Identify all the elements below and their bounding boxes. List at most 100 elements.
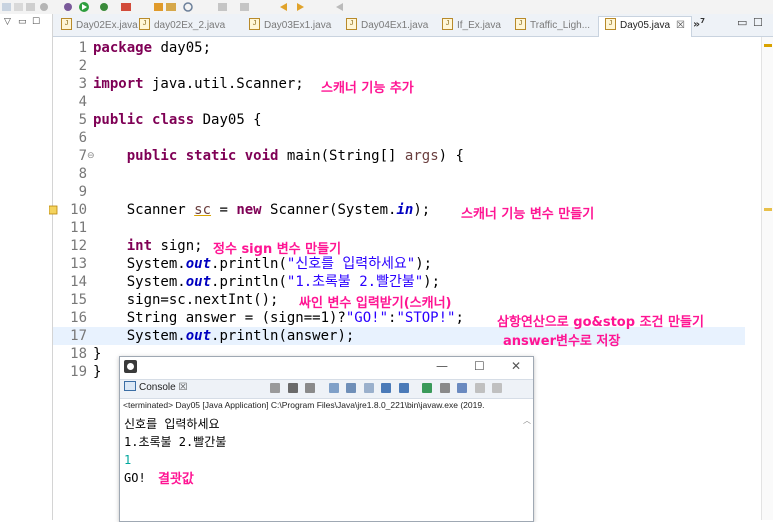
toolbar-icons [2,2,343,12]
new-java-project-icon [154,3,163,11]
console-output-line: GO! [124,471,146,485]
console-input-echo: 1 [124,453,132,467]
annotation-scanner-variable: 스캐너 기능 변수 만들기 [461,207,595,222]
ruler-marker[interactable] [764,44,772,47]
code-line-17: System.out.println(answer); [126,328,355,344]
maximize-icon[interactable]: ☐ [753,16,763,29]
annotation-scanner-add: 스캐너 기능 추가 [321,81,414,96]
line-number: 11 [70,220,87,236]
remove-launch-icon[interactable] [287,383,298,393]
java-file-icon: J [61,18,72,31]
tab-day04ex1[interactable]: J Day04Ex1.java [346,17,428,34]
line-number: 18 [70,346,87,362]
maximize-icon[interactable]: ☐ [32,17,40,27]
code-line-3: import java.util.Scanner; [93,76,304,92]
console-window: — ☐ ✕ Console ☒ <terminated> Day05 [Java… [119,356,534,522]
previous-annotation-icon [336,3,343,11]
code-line-13: System.out.println("신호를 입력하세요"); [126,256,433,272]
line-number: 5 [78,112,87,128]
tab-overflow-chevron-icon[interactable]: »7 [693,17,705,31]
line-number: 6 [78,130,87,146]
eclipse-app-icon [124,360,137,373]
scroll-up-icon[interactable]: ︿ [523,415,531,426]
java-file-icon: J [605,18,616,31]
window-maximize-button[interactable]: ☐ [474,359,485,373]
code-line-18: } [93,346,102,362]
scroll-lock-icon[interactable] [346,383,356,393]
line-number: 16 [70,310,87,326]
close-icon[interactable]: ☒ [676,20,685,31]
annotation-ternary-condition: 삼항연산으로 go&stop 조건 만들기 [497,315,704,330]
code-line-15: sign=sc.nextInt(); [126,292,279,308]
line-number: 17 [70,328,87,344]
console-output-line: 신호를 입력하세요 [124,417,220,431]
tab-day02ex[interactable]: J Day02Ex.java [61,17,138,34]
forward-icon [297,3,304,11]
line-number: 15 [70,292,87,308]
tab-day03ex1[interactable]: J Day03Ex1.java [249,17,331,34]
java-file-icon: J [515,18,526,31]
java-file-icon: J [442,18,453,31]
minimize-icon[interactable] [474,383,485,393]
editor-tab-bar: J Day02Ex.java Jday02Ex_2.java J Day03Ex1.… [53,14,773,37]
clear-console-icon[interactable] [328,383,339,393]
maximize-icon[interactable] [492,383,502,393]
open-folder-icon [166,3,176,11]
code-line-14: System.out.println("1.초록불 2.빨간불"); [126,274,441,290]
minimize-icon[interactable]: ▭ [18,17,27,27]
code-line-7: public static void main(String[] args) { [126,148,464,164]
tab-traffic-light[interactable]: J Traffic_Ligh... [515,17,590,34]
console-toolbar [270,383,506,395]
terminated-status: <terminated> Day05 [Java Application] C:… [123,400,485,410]
line-number: 19 [70,364,87,380]
external-tools-icon [121,3,131,11]
tab-if-ex[interactable]: J If_Ex.java [442,17,501,34]
annotation-result-value: 결괏값 [158,472,194,487]
console-tab-row: Console ☒ [120,379,533,399]
display-selected-console-icon[interactable] [439,383,450,393]
console-window-titlebar[interactable]: — ☐ ✕ [120,357,533,379]
view-menu-icon[interactable]: ▽ [4,17,11,27]
annotation-answer-store: answer변수로 저장 [503,334,621,349]
line-number: 2 [78,58,87,74]
console-tab[interactable]: Console ☒ [124,381,187,393]
window-minimize-button[interactable]: — [436,359,448,373]
java-file-icon: J [346,18,357,31]
back-icon [280,3,287,11]
debug-run-icon [64,3,72,11]
line-number: 8 [78,166,87,182]
pin-console-icon[interactable] [422,383,432,393]
overview-ruler[interactable] [761,37,773,520]
tab-day02ex-2[interactable]: Jday02Ex_2.java [139,17,225,34]
window-close-button[interactable]: ✕ [511,359,521,373]
minimize-icon[interactable]: ▭ [737,16,747,29]
show-on-error-icon[interactable] [398,383,409,393]
line-number: 13 [70,256,87,272]
ruler-marker[interactable] [764,208,772,211]
console-output-line: 1.초록불 2.빨간불 [124,435,227,449]
line-number: 7 [78,148,87,164]
search-icon [183,2,193,12]
terminate-icon[interactable] [270,383,280,393]
remove-all-icon[interactable] [305,383,315,393]
code-line-19: } [93,364,102,380]
line-number: 12 [70,238,87,254]
line-number: 9 [78,184,87,200]
line-number-gutter: 1 2 3 4 5 6 7 8 9 10 11 12 13 14 15 16 1… [49,37,95,520]
open-console-icon[interactable] [457,383,467,393]
code-line-10: Scanner sc = new Scanner(System.in); [126,202,431,218]
line-number: 4 [78,94,87,110]
left-panel-strip: ▽ ▭ ☐ [0,14,53,520]
line-number: 1 [78,40,87,56]
show-on-output-icon[interactable] [381,383,391,393]
console-icon [124,381,136,392]
coverage-icon [100,3,108,11]
line-number: 14 [70,274,87,290]
warning-marker-icon[interactable] [49,205,59,215]
tab-day05[interactable]: J Day05.java ☒ [598,16,692,37]
java-file-icon: J [249,18,260,31]
word-wrap-icon[interactable] [363,383,374,393]
code-line-5: public class Day05 { [93,112,262,128]
close-icon[interactable]: ☒ [178,382,187,393]
next-annotation-icon [240,3,249,11]
